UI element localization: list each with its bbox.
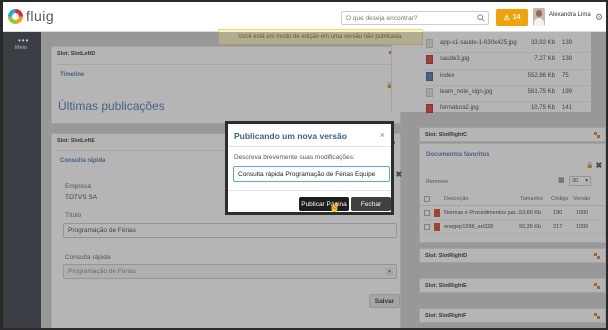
notifications-button[interactable]: ⚠ 14 (496, 9, 528, 26)
publish-page-button[interactable]: Publicar Página (299, 197, 349, 211)
description-input[interactable]: Consulta rápida Programação de Férias Eq… (233, 166, 390, 182)
close-icon[interactable]: × (380, 130, 385, 140)
avatar[interactable] (533, 8, 545, 26)
divider (228, 146, 391, 147)
fluig-logo[interactable]: fluig (8, 8, 58, 26)
dialog-title: Publicando um nova versão (234, 131, 347, 141)
search-input[interactable] (342, 12, 472, 24)
divider (228, 190, 391, 191)
mouse-cursor-icon: ☝ (329, 202, 341, 212)
publish-version-dialog: Publicando um nova versão × Descreva bre… (225, 121, 394, 215)
logo-icon (8, 9, 23, 24)
gear-icon[interactable]: ⚙ (595, 13, 603, 22)
search-box[interactable] (341, 11, 489, 25)
user-name[interactable]: Alexandra Lima (549, 12, 591, 18)
description-input-value: Consulta rápida Programação de Férias Eq… (238, 170, 376, 178)
menu-dots-icon[interactable]: ••• (18, 36, 29, 45)
top-bar: fluig ⚠ 14 Alexandra Lima ⚙ (3, 2, 606, 32)
warning-icon: ⚠ (503, 14, 510, 22)
left-rail: ••• Meio (3, 32, 41, 328)
rail-label: Meio (15, 45, 27, 51)
notification-count: 14 (512, 14, 521, 21)
description-label: Descreva brevemente suas modificações: (234, 154, 355, 161)
search-icon[interactable] (477, 14, 485, 22)
logo-text: fluig (26, 8, 55, 24)
close-button[interactable]: Fechar (351, 197, 391, 211)
app-window: fluig ⚠ 14 Alexandra Lima ⚙ ••• Meio Slo… (0, 0, 608, 330)
